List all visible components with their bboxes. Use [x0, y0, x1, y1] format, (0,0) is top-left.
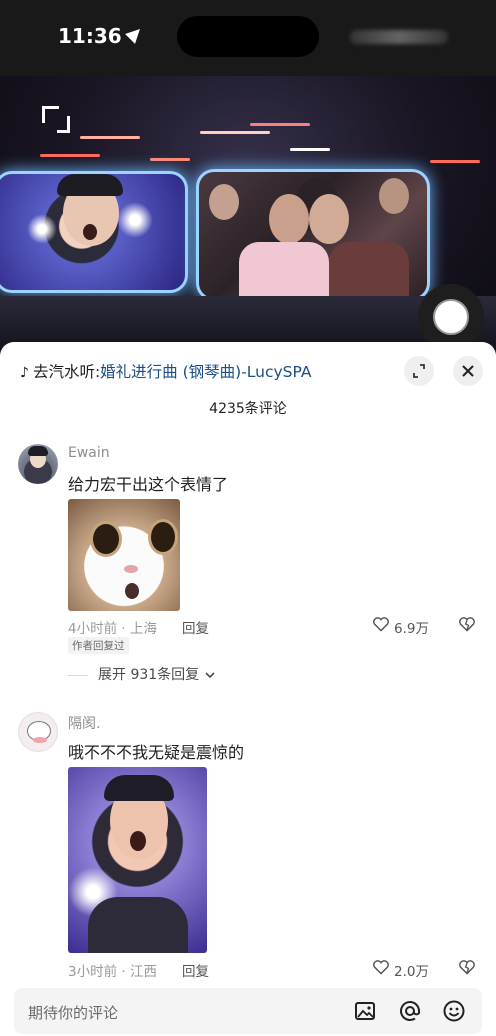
expand-replies-label: 展开 931条回复: [98, 667, 200, 683]
stage-light: [200, 131, 270, 134]
close-icon: [462, 365, 474, 377]
heart-icon[interactable]: [372, 959, 390, 975]
stage-light: [430, 160, 480, 163]
music-note-icon: ♪: [20, 365, 29, 381]
cat-eye: [148, 519, 178, 555]
record-button[interactable]: [418, 284, 484, 350]
comments-sheet: ♪ 去汽水听:婚礼进行曲 (钢琴曲)-LucySPA 4235条评论 Ewain …: [0, 342, 496, 1036]
audience-body: [329, 242, 409, 298]
comment-image[interactable]: [68, 767, 207, 953]
singer-mouth: [83, 224, 97, 240]
reply-button[interactable]: 回复: [182, 960, 209, 980]
heart-icon[interactable]: [372, 616, 390, 632]
record-button-inner: [433, 299, 469, 335]
spotlight: [27, 214, 57, 244]
time-label: 11:36: [58, 24, 122, 48]
status-bar: 11:36: [0, 0, 496, 76]
comment-meta: 3小时前 · 江西: [68, 964, 157, 980]
comment-username[interactable]: 隔阂.: [68, 713, 100, 733]
audience-face: [269, 194, 309, 244]
location-arrow-icon: [124, 24, 145, 44]
close-button[interactable]: [453, 356, 483, 386]
comment-meta: 4小时前 · 上海: [68, 621, 157, 637]
cat-eye: [90, 521, 122, 557]
chevron-down-icon: [205, 672, 215, 679]
expand-icon: [413, 364, 425, 378]
singer-jacket: [88, 897, 188, 953]
emoji-icon[interactable]: [442, 999, 466, 1023]
comment-input[interactable]: 期待你的评论: [14, 988, 482, 1034]
stage-light: [40, 154, 100, 157]
stage-light: [250, 123, 310, 126]
broken-heart-icon[interactable]: [458, 959, 476, 975]
like-count: 6.9万: [394, 621, 429, 637]
audience-body: [239, 242, 329, 298]
avatar-doodle-cheek: [33, 737, 47, 743]
song-title: 婚礼进行曲 (钢琴曲)-LucySPA: [100, 363, 312, 381]
singer-mouth: [130, 831, 146, 851]
avatar[interactable]: [18, 444, 58, 484]
expand-replies-button[interactable]: 展开 931条回复: [68, 664, 216, 684]
comment-text: 给力宏干出这个表情了: [68, 475, 229, 494]
at-icon[interactable]: [398, 999, 422, 1023]
music-link[interactable]: ♪ 去汽水听:婚礼进行曲 (钢琴曲)-LucySPA: [20, 360, 311, 382]
singer-hair: [57, 174, 123, 196]
author-replied-tag: 作者回复过: [68, 637, 129, 654]
music-prefix: 去汽水听:: [32, 363, 101, 381]
comment-input-placeholder: 期待你的评论: [28, 1004, 119, 1022]
audience-face: [379, 178, 409, 214]
reply-button[interactable]: 回复: [182, 617, 209, 637]
dynamic-island: [177, 16, 319, 57]
comment-username[interactable]: Ewain: [68, 445, 110, 461]
status-time: 11:36: [58, 24, 145, 48]
divider-line: [68, 674, 88, 676]
comment-input-bar: 期待你的评论: [0, 982, 496, 1036]
avatar[interactable]: [18, 712, 58, 752]
expand-button[interactable]: [404, 356, 434, 386]
stage-screen-right: [196, 169, 430, 301]
comment-text: 哦不不不我无疑是震惊的: [68, 743, 245, 762]
avatar-hair: [28, 446, 48, 456]
singer-hair: [104, 775, 174, 801]
stage-light: [290, 148, 330, 151]
stage-screen-left: [0, 171, 188, 293]
stage-light: [80, 136, 140, 139]
cat-nose: [124, 565, 138, 573]
audience-face: [209, 184, 239, 220]
broken-heart-icon[interactable]: [458, 616, 476, 632]
comment-image[interactable]: [68, 499, 180, 611]
status-icons: [350, 30, 448, 44]
comments-count: 4235条评论: [209, 401, 287, 417]
cat-mouth: [125, 583, 139, 599]
like-count: 2.0万: [394, 964, 429, 980]
audience-face: [309, 194, 349, 244]
stage-bracket: [57, 116, 70, 133]
stage-light: [150, 158, 190, 161]
spotlight: [117, 202, 153, 238]
image-icon[interactable]: [353, 999, 377, 1023]
